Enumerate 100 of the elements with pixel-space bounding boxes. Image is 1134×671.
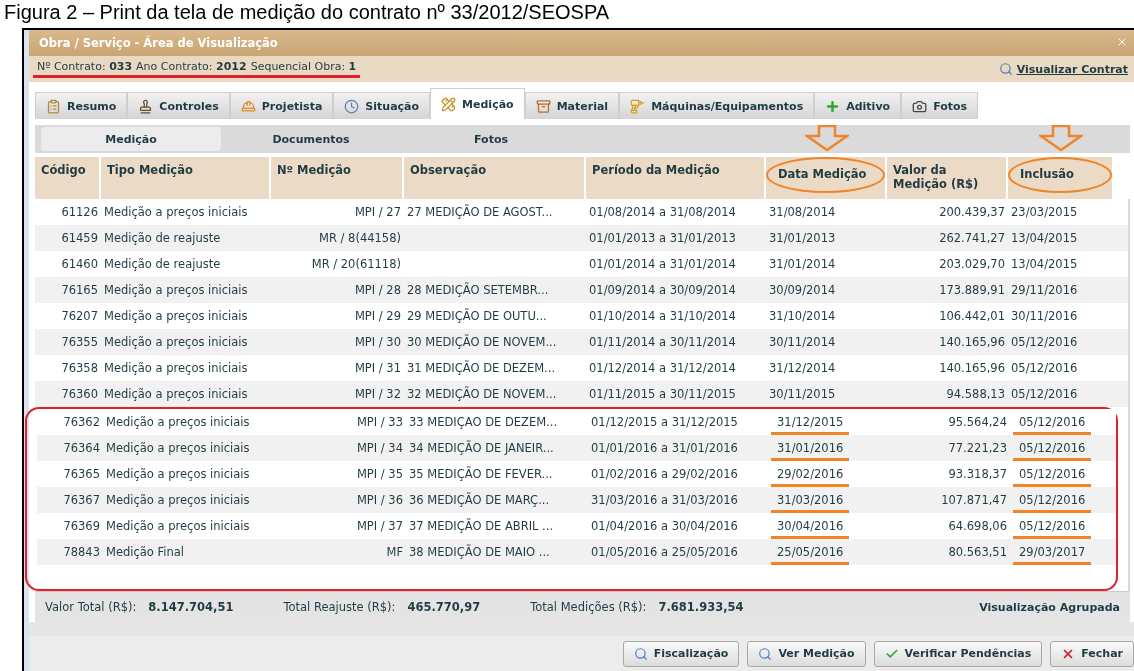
tab[interactable]: Aditivo xyxy=(814,92,902,119)
table-cell-text: 173.889,91 xyxy=(938,283,1006,297)
table-cell-text: MPI / 32 xyxy=(353,387,402,401)
action-button[interactable]: Fiscalização xyxy=(622,640,740,667)
table-cell-text: 01/09/2014 a 30/09/2014 xyxy=(588,283,737,297)
clock-icon xyxy=(344,98,360,114)
tab[interactable]: Máquinas/Equipamentos xyxy=(619,92,815,119)
table-cell-text: MPI / 34 xyxy=(355,441,404,455)
subtab[interactable]: Medição xyxy=(41,127,221,151)
table-cell-text: 28 MEDIÇÃO SETEMBR... xyxy=(406,283,550,297)
table-cell-text: Medição a preços iniciais xyxy=(105,415,251,429)
table-cell-text: MR / 20(61118) xyxy=(310,257,402,271)
column-header[interactable]: Código xyxy=(35,157,99,199)
action-button[interactable]: Verificar Pendências xyxy=(873,640,1043,667)
table-cell-text: Medição a preços iniciais xyxy=(103,361,249,375)
column-header[interactable]: Observação xyxy=(404,157,584,199)
total-value: Total Reajuste (R$): 465.770,97 xyxy=(283,600,481,614)
table-cell-text: MPI / 33 xyxy=(355,415,404,429)
table-cell-text: Medição a preços iniciais xyxy=(103,309,249,323)
subtab[interactable]: Fotos xyxy=(401,127,581,151)
tab[interactable]: Controles xyxy=(127,92,230,119)
table-cell-text: MPI / 35 xyxy=(355,467,404,481)
subtab[interactable]: Documentos xyxy=(221,127,401,151)
table-cell-text: 30/09/2014 xyxy=(768,283,837,297)
table-cell-text: 23/03/2015 xyxy=(1010,205,1079,219)
table-cell-text: 61459 xyxy=(60,231,99,245)
table-cell-text: 01/01/2014 a 31/01/2014 xyxy=(588,257,737,271)
table-cell-text: 76362 xyxy=(62,415,101,429)
table-row[interactable]: 76362 Medição a preços iniciais MPI / 33 33 MEDIÇAO DE DEZEM... 01/12/2015 a 31/12/2015 31/12/2015 95.564,24 05/12/2016 xyxy=(37,409,1116,435)
tab[interactable]: Material xyxy=(524,92,620,119)
table-cell-text: MPI / 31 xyxy=(353,361,402,375)
column-header[interactable]: Período da Medição xyxy=(586,157,764,199)
down-arrow-icon xyxy=(804,125,849,151)
table-cell-text: 78843 xyxy=(62,545,101,559)
table-row[interactable]: 76360 Medição a preços iniciais MPI / 32 32 MEDIÇÃO DE NOVEM... 01/11/2015 a 30/11/2015 30/11/2015 94.588,13 05/12/2016 xyxy=(35,381,1128,407)
circled-column-header[interactable]: Inclusão xyxy=(1008,157,1112,193)
tab[interactable]: Situação xyxy=(333,92,431,119)
table-row[interactable]: 76165 Medição a preços iniciais MPI / 28 28 MEDIÇÃO SETEMBR... 01/09/2014 a 30/09/2014 30/09/2014 173.889,91 29/11/2016 xyxy=(35,277,1128,303)
window-title: Obra / Serviço - Área de Visualização xyxy=(39,36,278,50)
clipboard-icon xyxy=(46,98,61,114)
table-row[interactable]: 78843 Medição Final MF 38 MEDIÇÃO DE MAIO ... 01/05/2016 a 25/05/2016 25/05/2016 80.563,51 29/03/2017 xyxy=(37,539,1116,565)
column-header[interactable]: Valor da Medição (R$) xyxy=(887,157,1006,199)
table-cell-text: 01/11/2014 a 30/11/2014 xyxy=(588,335,737,349)
action-button[interactable]: Fechar xyxy=(1050,640,1134,667)
pencil-ruler-icon xyxy=(441,96,457,112)
table-cell-text: MF xyxy=(385,545,404,559)
table-cell-text: Medição a preços iniciais xyxy=(105,519,251,533)
table-cell-text: 200.439,37 xyxy=(938,205,1006,219)
table-cell-text: Medição a preços iniciais xyxy=(105,441,251,455)
table-cell-text: MPI / 30 xyxy=(353,335,402,349)
stamp-icon xyxy=(138,98,154,114)
column-header[interactable]: Nº Medição xyxy=(271,157,402,199)
info-field: Sequencial Obra: 1 xyxy=(250,60,357,73)
table-cell-text: 38 MEDIÇÃO DE MAIO ... xyxy=(408,545,551,559)
view-contract-link[interactable]: Visualizar Contrat xyxy=(998,62,1128,76)
table-cell-text: 76358 xyxy=(60,361,99,375)
table-cell-text: 76369 xyxy=(62,519,101,533)
action-button[interactable]: Ver Medição xyxy=(747,640,866,667)
table-cell-text: 80.563,51 xyxy=(947,545,1008,559)
search-icon xyxy=(998,62,1013,76)
table-cell-text: 61460 xyxy=(60,257,99,271)
table-cell-text: 31/12/2014 xyxy=(768,361,837,375)
table-row[interactable]: 76367 Medição a preços iniciais MPI / 36 36 MEDIÇÃO DE MARÇ... 31/03/2016 a 31/03/2016 31/03/2016 107.871,47 05/12/2016 xyxy=(37,487,1116,513)
grouped-view-label: Visualização Agrupada xyxy=(979,600,1120,614)
tab[interactable]: Resumo xyxy=(35,92,128,119)
table-cell-text: 01/08/2014 a 31/08/2014 xyxy=(588,205,737,219)
table-cell-text: 01/01/2016 a 31/01/2016 xyxy=(590,441,739,455)
table-cell-text: Medição de reajuste xyxy=(103,231,222,245)
search-icon xyxy=(633,646,648,661)
table-cell-text: MR / 8(44158) xyxy=(318,231,402,245)
circled-column-header[interactable]: Data Medição xyxy=(766,157,885,193)
table-cell-text: 140.165,96 xyxy=(938,335,1006,349)
drill-icon xyxy=(630,98,646,114)
table-cell-text: 01/01/2013 a 31/01/2013 xyxy=(588,231,737,245)
table-cell-text: 30/11/2014 xyxy=(768,335,837,349)
table-cell-text: Medição a preços iniciais xyxy=(103,335,249,349)
table-cell-text: 76365 xyxy=(62,467,101,481)
table-cell-text: MPI / 27 xyxy=(353,205,402,219)
tab[interactable]: Medição xyxy=(430,88,525,119)
table-cell-text: 05/12/2016 xyxy=(1010,387,1079,401)
tab[interactable]: Fotos xyxy=(901,92,979,119)
table-row[interactable]: 76364 Medição a preços iniciais MPI / 34 34 MEDIÇÃO DE JANEIR... 01/01/2016 a 31/01/2016 31/01/2016 77.221,23 05/12/2016 xyxy=(37,435,1116,461)
scrollbar[interactable] xyxy=(1128,199,1130,591)
plus-icon xyxy=(825,98,841,114)
table-row[interactable]: 76355 Medição a preços iniciais MPI / 30 30 MEDIÇÃO DE NOVEM... 01/11/2014 a 30/11/2014 30/11/2014 140.165,96 05/12/2016 xyxy=(35,329,1128,355)
search-icon xyxy=(758,646,773,661)
table-cell-text: Medição a preços iniciais xyxy=(103,387,249,401)
column-header[interactable]: Tipo Medição xyxy=(101,157,269,199)
table-cell-text: MPI / 36 xyxy=(355,493,404,507)
underlined-value: 29/03/2017 xyxy=(1013,545,1092,565)
table-cell-text: 01/02/2016 a 29/02/2016 xyxy=(590,467,739,481)
table-cell-text: 61126 xyxy=(60,205,99,219)
table-cell-text: MPI / 28 xyxy=(353,283,402,297)
table-cell-text: 05/12/2016 xyxy=(1010,361,1079,375)
table-cell-text: Medição a preços iniciais xyxy=(103,283,249,297)
table-cell-text: 140.165,96 xyxy=(938,361,1006,375)
table-row[interactable]: 61459 Medição de reajuste MR / 8(44158) 01/01/2013 a 31/01/2013 31/01/2013 262.741,27 13/04/2015 xyxy=(35,225,1128,251)
table-cell-text: 95.564,24 xyxy=(947,415,1008,429)
tab[interactable]: Projetista xyxy=(229,92,334,119)
table-cell-text: 76207 xyxy=(60,309,99,323)
